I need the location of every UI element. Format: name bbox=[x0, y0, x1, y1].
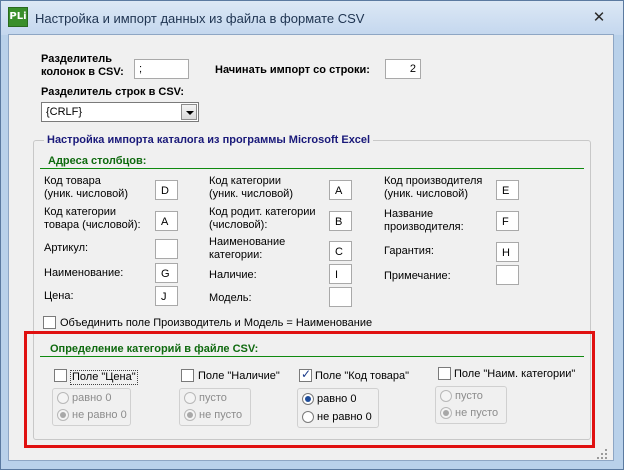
chevron-down-icon[interactable] bbox=[181, 104, 197, 120]
highlight-frame bbox=[24, 331, 595, 448]
column-addresses-title: Адреса столбцов: bbox=[48, 155, 147, 167]
column-separator-label-line2: колонок в CSV: bbox=[41, 66, 124, 78]
field-product-code-input[interactable]: D bbox=[155, 180, 178, 200]
field-product-category-label-2: товара (числовой): bbox=[44, 219, 141, 231]
field-manufacturer-name-input[interactable]: F bbox=[496, 211, 519, 231]
field-availability-label: Наличие: bbox=[209, 269, 257, 281]
merge-fields-label: Объединить поле Производитель и Модель =… bbox=[60, 317, 373, 329]
field-manufacturer-code-input[interactable]: E bbox=[496, 180, 519, 200]
column-separator-label-line1: Разделитель bbox=[41, 53, 113, 65]
field-availability-input[interactable]: I bbox=[329, 264, 352, 284]
field-manufacturer-name-label-2: производителя: bbox=[384, 221, 464, 233]
field-name-label: Наименование: bbox=[44, 267, 124, 279]
close-icon[interactable]: ✕ bbox=[586, 7, 612, 27]
column-addresses-divider bbox=[40, 168, 584, 169]
field-note-input[interactable] bbox=[496, 265, 519, 285]
field-price-label: Цена: bbox=[44, 290, 74, 302]
field-note-label: Примечание: bbox=[384, 270, 451, 282]
field-warranty-input[interactable]: H bbox=[496, 242, 519, 262]
field-price-input[interactable]: J bbox=[155, 286, 178, 306]
row-separator-label: Разделитель строк в CSV: bbox=[41, 86, 185, 98]
field-category-name-label-2: категории: bbox=[209, 249, 263, 261]
merge-fields-checkbox[interactable] bbox=[43, 316, 56, 329]
title-bar[interactable]: PLi Настройка и импорт данных из файла в… bbox=[1, 1, 623, 35]
field-manufacturer-code-label-1: Код производителя bbox=[384, 175, 483, 187]
app-icon: PLi bbox=[8, 7, 28, 27]
row-separator-select[interactable]: {CRLF} bbox=[41, 102, 199, 122]
field-category-code-label-1: Код категории bbox=[209, 175, 282, 187]
field-model-label: Модель: bbox=[209, 292, 252, 304]
field-category-code-label-2: (уник. числовой) bbox=[209, 188, 293, 200]
window-title: Настройка и импорт данных из файла в фор… bbox=[35, 11, 365, 26]
row-separator-value: {CRLF} bbox=[46, 106, 83, 118]
field-manufacturer-name-label-1: Название bbox=[384, 208, 434, 220]
start-row-input[interactable]: 2 bbox=[385, 59, 421, 79]
field-parent-category-label-2: (числовой): bbox=[209, 219, 268, 231]
field-category-name-input[interactable]: C bbox=[329, 241, 352, 261]
field-article-input[interactable] bbox=[155, 239, 178, 259]
excel-import-group-title: Настройка импорта каталога из программы … bbox=[44, 134, 374, 146]
field-model-input[interactable] bbox=[329, 287, 352, 307]
field-warranty-label: Гарантия: bbox=[384, 245, 434, 257]
field-parent-category-label-1: Код родит. категории bbox=[209, 206, 316, 218]
field-product-code-label-1: Код товара bbox=[44, 175, 101, 187]
column-separator-input[interactable]: ; bbox=[134, 59, 189, 79]
start-row-label: Начинать импорт со строки: bbox=[215, 64, 370, 76]
field-category-code-input[interactable]: A bbox=[329, 180, 352, 200]
field-name-input[interactable]: G bbox=[155, 263, 178, 283]
field-product-code-label-2: (уник. числовой) bbox=[44, 188, 128, 200]
field-product-category-label-1: Код категории bbox=[44, 206, 117, 218]
field-article-label: Артикул: bbox=[44, 242, 89, 254]
field-product-category-input[interactable]: A bbox=[155, 211, 178, 231]
field-category-name-label-1: Наименование bbox=[209, 236, 286, 248]
resize-grip[interactable] bbox=[596, 448, 608, 460]
field-manufacturer-code-label-2: (уник. числовой) bbox=[384, 188, 468, 200]
field-parent-category-input[interactable]: B bbox=[329, 211, 352, 231]
